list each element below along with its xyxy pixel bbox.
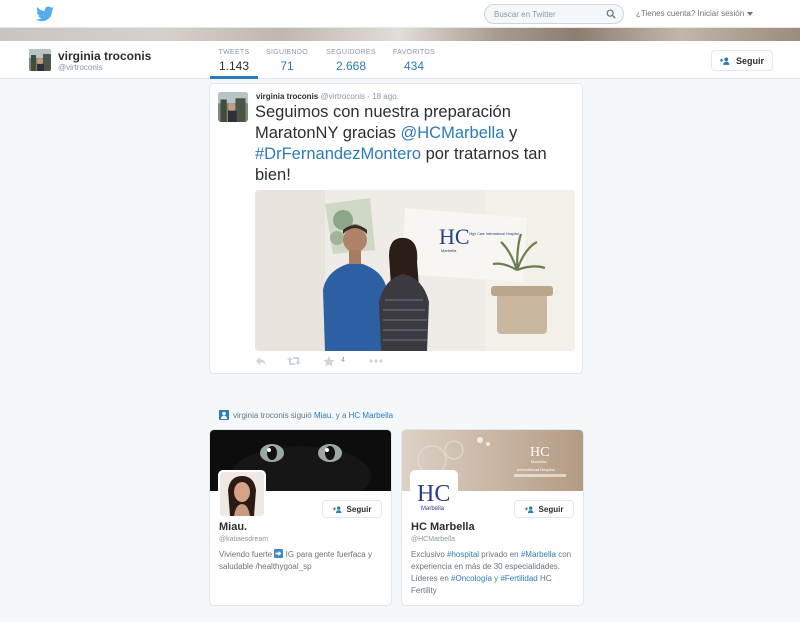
stat-value: 1.143 xyxy=(218,59,250,73)
search-icon[interactable] xyxy=(606,9,616,19)
bio-hashtag-link[interactable]: #hospital xyxy=(447,550,479,559)
profile-name[interactable]: virginia troconis xyxy=(58,49,151,63)
avatar-logo-text: HC xyxy=(417,481,450,507)
tweet-mention-link[interactable]: @HCMarbella xyxy=(401,124,505,142)
bio-hashtag-link[interactable]: #Marbella xyxy=(521,550,556,559)
tweet-author-name[interactable]: virginia troconis xyxy=(256,92,318,101)
profile-header-image xyxy=(0,28,800,41)
tweet-hashtag-link[interactable]: #DrFernandezMontero xyxy=(255,145,421,163)
tweet-header: virginia troconis @virtroconis · 18 ago. xyxy=(256,92,399,101)
user-card-name[interactable]: Miau. xyxy=(219,521,247,533)
profile-avatar[interactable] xyxy=(28,48,52,72)
banner-logo-sub: Marbella xyxy=(531,459,547,464)
stat-label: SIGUIENDO xyxy=(266,49,308,56)
user-card-avatar[interactable]: HC Marbella xyxy=(410,470,458,518)
top-bar: Buscar en Twitter ¿Tienes cuenta? Inicia… xyxy=(0,0,800,28)
tweet-date[interactable]: 18 ago. xyxy=(372,92,399,101)
more-options-icon[interactable] xyxy=(369,359,383,363)
follow-button-label: Seguir xyxy=(346,505,372,514)
profile-handle[interactable]: @virtroconis xyxy=(58,63,103,72)
tweet-author-handle[interactable]: @virtroconis xyxy=(320,92,365,101)
notice-target-link[interactable]: Miau. xyxy=(314,411,334,420)
stat-label: FAVORITOS xyxy=(392,49,436,56)
favorite-count: 4 xyxy=(341,357,345,364)
right-arrow-emoji-icon xyxy=(274,549,284,558)
bio-hashtag-link[interactable]: #Oncología xyxy=(451,574,492,583)
twitter-bird-icon[interactable] xyxy=(36,6,54,22)
bio-text: Exclusivo xyxy=(411,550,448,559)
banner-logo-side: International Hospital xyxy=(517,467,555,472)
user-card-bio: Exclusivo #hospital privado en #Marbella… xyxy=(411,549,579,597)
retweet-icon[interactable] xyxy=(287,356,301,366)
user-card-name[interactable]: HC Marbella xyxy=(411,521,475,533)
avatar-logo-sub: Marbella xyxy=(421,506,445,512)
bio-text: privado en xyxy=(479,550,521,559)
bio-text: Viviendo fuerte xyxy=(219,550,275,559)
add-user-icon xyxy=(332,506,342,513)
follow-button-label: Seguir xyxy=(538,505,564,514)
user-card-miau[interactable]: Seguir Miau. @katiaesdream Viviendo fuer… xyxy=(209,429,392,606)
user-card-bio: Viviendo fuerte IG para gente fuerfaca y… xyxy=(219,549,387,573)
notice-and: y a xyxy=(333,411,349,420)
follow-button[interactable]: Seguir xyxy=(322,500,382,518)
follow-button-label: Seguir xyxy=(735,56,764,66)
reply-icon[interactable] xyxy=(255,356,267,366)
login-text: ¿Tienes cuenta? Iniciar sesión xyxy=(636,9,745,18)
photo-logo-sub: Marbella xyxy=(441,248,457,253)
follow-button[interactable]: Seguir xyxy=(711,50,773,71)
stat-following[interactable]: SIGUIENDO 71 xyxy=(264,41,310,79)
tweet-avatar[interactable] xyxy=(218,92,248,122)
login-link[interactable]: ¿Tienes cuenta? Iniciar sesión xyxy=(636,9,754,18)
stat-favorites[interactable]: FAVORITOS 434 xyxy=(391,41,437,79)
stat-value: 71 xyxy=(280,59,294,73)
add-user-icon xyxy=(719,57,730,65)
user-card-hc-marbella[interactable]: HC Marbella International Hospital HC Ma… xyxy=(401,429,584,606)
stat-value: 434 xyxy=(403,59,425,73)
notice-actor[interactable]: virginia troconis xyxy=(233,411,289,420)
profile-nav: virginia troconis @virtroconis TWEETS 1.… xyxy=(0,41,800,79)
user-card-avatar[interactable] xyxy=(218,470,266,518)
tweet-card[interactable]: virginia troconis @virtroconis · 18 ago.… xyxy=(209,83,583,374)
tweet-photo[interactable]: HC Marbella High Care International Hosp… xyxy=(255,190,575,351)
tweet-separator: · xyxy=(367,92,370,101)
user-card-handle[interactable]: @katiaesdream xyxy=(219,536,268,543)
stat-tweets[interactable]: TWEETS 1.143 xyxy=(210,41,258,79)
user-card-handle[interactable]: @HCMarbella xyxy=(411,536,455,543)
stat-label: TWEETS xyxy=(218,49,250,56)
photo-logo-text: HC xyxy=(439,224,470,249)
stat-label: SEGUIDORES xyxy=(326,49,376,56)
notice-verb: siguió xyxy=(288,411,314,420)
tweet-text-part: y xyxy=(504,124,518,142)
bio-hashtag-link[interactable]: #Fertilidad xyxy=(500,574,537,583)
tweet-text: Seguimos con nuestra preparación Maraton… xyxy=(255,102,577,186)
banner-logo-text: HC xyxy=(530,445,549,460)
tweet-actions: 4 xyxy=(255,354,575,368)
follow-notice: virginia troconis siguió Miau. y a HC Ma… xyxy=(219,410,393,420)
photo-logo-side: High Care International Hospital xyxy=(469,232,519,236)
stat-value: 2.668 xyxy=(335,59,367,73)
search-placeholder: Buscar en Twitter xyxy=(494,10,556,19)
favorite-star-icon[interactable] xyxy=(323,356,335,367)
chevron-down-icon xyxy=(747,11,754,16)
follow-button[interactable]: Seguir xyxy=(514,500,574,518)
notice-target-link[interactable]: HC Marbella xyxy=(349,411,393,420)
person-icon xyxy=(219,410,229,420)
add-user-icon xyxy=(524,506,534,513)
stat-followers[interactable]: SEGUIDORES 2.668 xyxy=(324,41,378,79)
search-input[interactable]: Buscar en Twitter xyxy=(484,4,624,24)
